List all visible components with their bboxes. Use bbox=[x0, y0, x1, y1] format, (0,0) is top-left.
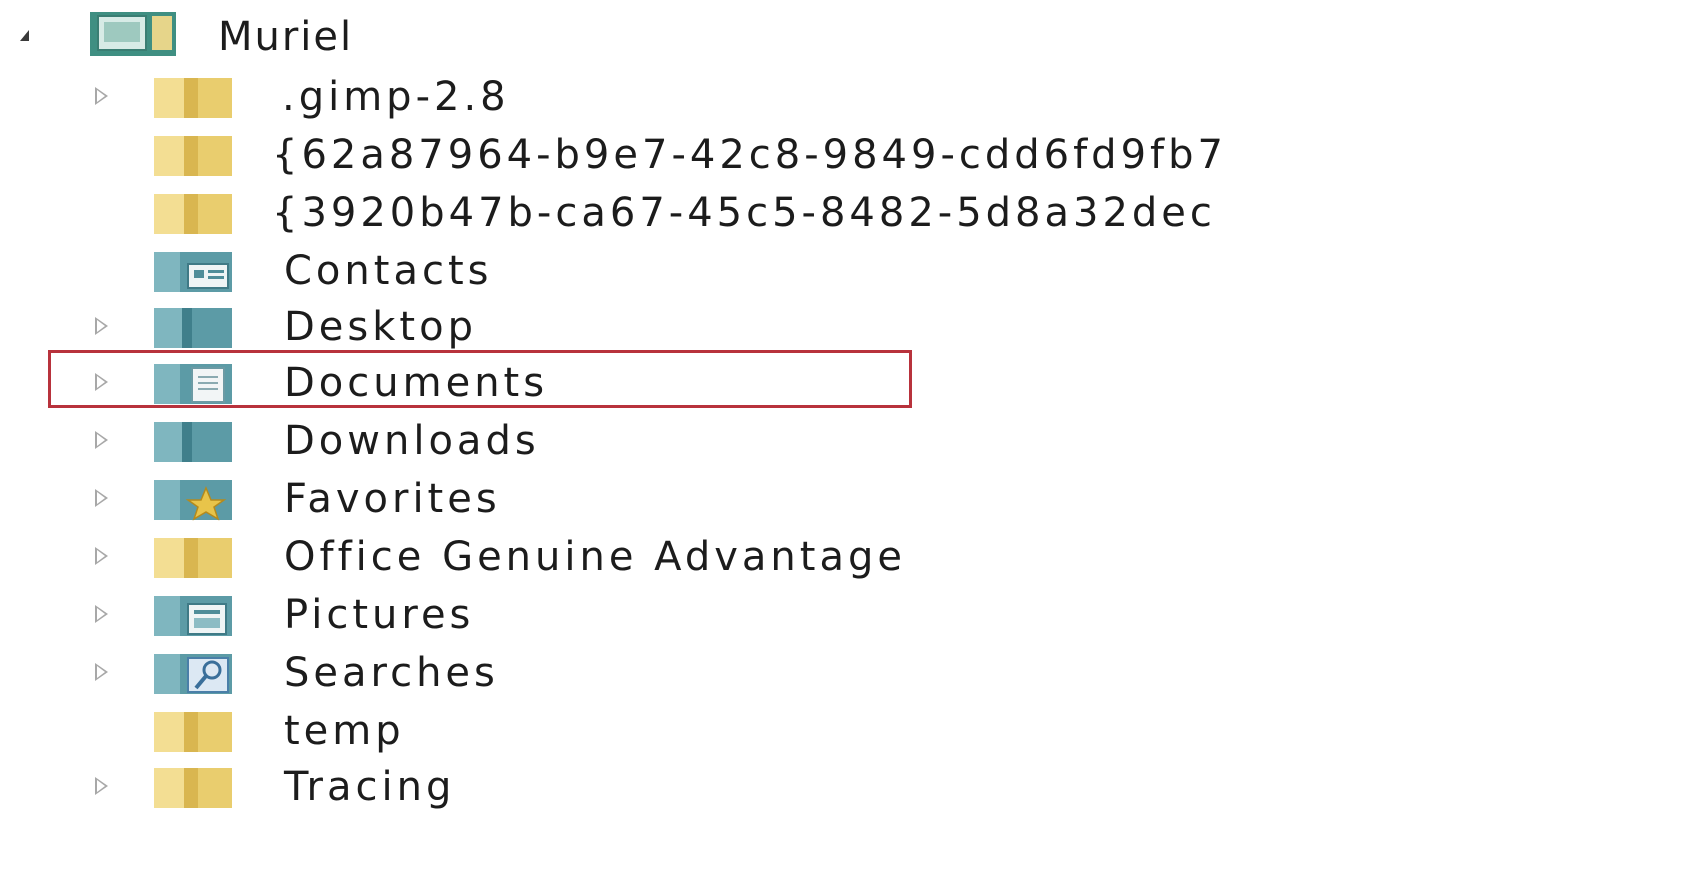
folder-icon bbox=[152, 132, 234, 178]
tree-item-label: Documents bbox=[284, 360, 549, 406]
folder-icon bbox=[152, 764, 234, 810]
tree-item[interactable]: {62a87964-b9e7-42c8-9849-cdd6fd9fb7 bbox=[0, 124, 1693, 186]
tree-item[interactable]: .gimp-2.8 bbox=[0, 66, 1693, 128]
tree-item-label: .gimp-2.8 bbox=[282, 74, 510, 120]
folder-tree: Muriel .gimp-2.8 {62a87964-b9e7-42c8-984… bbox=[0, 0, 1693, 870]
tree-item-label: Favorites bbox=[284, 476, 501, 522]
desktop-folder-icon bbox=[152, 304, 234, 350]
tree-item-label: {3920b47b-ca67-45c5-8482-5d8a32dec bbox=[272, 190, 1216, 236]
expand-arrow-icon[interactable] bbox=[95, 87, 108, 105]
expand-arrow-icon[interactable] bbox=[95, 317, 108, 335]
tree-item-downloads[interactable]: Downloads bbox=[0, 410, 1693, 472]
folder-icon bbox=[152, 534, 234, 580]
folder-icon bbox=[152, 74, 234, 120]
tree-item-desktop[interactable]: Desktop bbox=[0, 296, 1693, 358]
expand-arrow-icon[interactable] bbox=[95, 663, 108, 681]
expand-arrow-icon[interactable] bbox=[95, 605, 108, 623]
documents-folder-icon bbox=[152, 360, 234, 406]
tree-item-label: Searches bbox=[284, 650, 499, 696]
tree-item-label: Desktop bbox=[284, 304, 477, 350]
tree-item-label: temp bbox=[284, 708, 405, 754]
user-folder-icon bbox=[88, 10, 176, 56]
tree-item-label: Downloads bbox=[284, 418, 540, 464]
folder-icon bbox=[152, 708, 234, 754]
tree-item-contacts[interactable]: Contacts bbox=[0, 240, 1693, 302]
favorites-folder-icon bbox=[152, 476, 234, 522]
expand-arrow-icon[interactable] bbox=[95, 431, 108, 449]
downloads-folder-icon bbox=[152, 418, 234, 464]
searches-folder-icon bbox=[152, 650, 234, 696]
tree-item[interactable]: {3920b47b-ca67-45c5-8482-5d8a32dec bbox=[0, 182, 1693, 244]
collapse-arrow-icon[interactable] bbox=[20, 30, 29, 41]
tree-item-label: Office Genuine Advantage bbox=[284, 534, 906, 580]
contacts-folder-icon bbox=[152, 248, 234, 294]
pictures-folder-icon bbox=[152, 592, 234, 638]
expand-arrow-icon[interactable] bbox=[95, 777, 108, 795]
tree-item-label: Pictures bbox=[284, 592, 475, 638]
expand-arrow-icon[interactable] bbox=[95, 547, 108, 565]
tree-item[interactable]: temp bbox=[0, 700, 1693, 762]
expand-arrow-icon[interactable] bbox=[95, 489, 108, 507]
tree-item-label: Contacts bbox=[284, 248, 493, 294]
folder-icon bbox=[152, 190, 234, 236]
tree-item-muriel[interactable]: Muriel bbox=[0, 6, 1693, 68]
tree-item-label: Muriel bbox=[218, 14, 354, 60]
tree-item[interactable]: Office Genuine Advantage bbox=[0, 526, 1693, 588]
expand-arrow-icon[interactable] bbox=[95, 373, 108, 391]
tree-item-favorites[interactable]: Favorites bbox=[0, 468, 1693, 530]
tree-item-label: {62a87964-b9e7-42c8-9849-cdd6fd9fb7 bbox=[272, 132, 1227, 178]
tree-item-label: Tracing bbox=[284, 764, 456, 810]
tree-item-searches[interactable]: Searches bbox=[0, 642, 1693, 704]
tree-item-pictures[interactable]: Pictures bbox=[0, 584, 1693, 646]
tree-item-documents[interactable]: Documents bbox=[0, 352, 1693, 414]
tree-item[interactable]: Tracing bbox=[0, 756, 1693, 818]
